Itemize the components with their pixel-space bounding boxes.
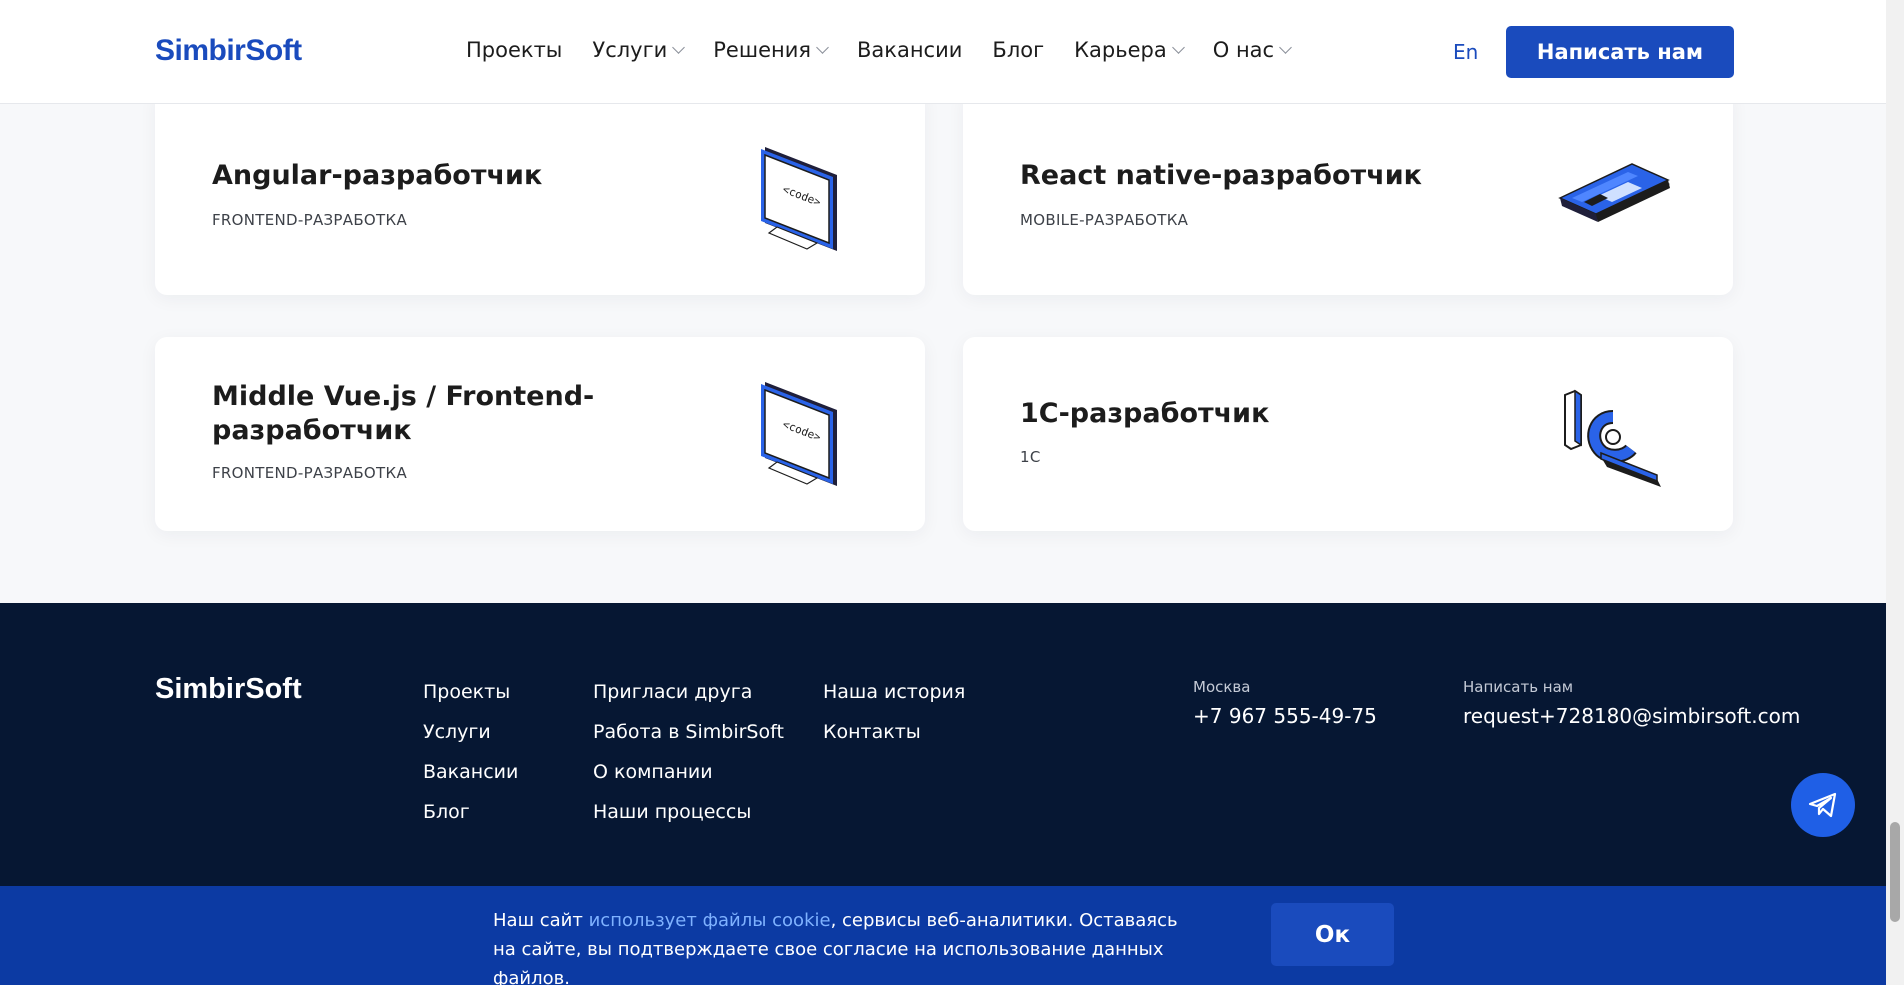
logo[interactable]: SimbirSoft (155, 34, 302, 68)
footer-column: Наша история Контакты (823, 681, 965, 761)
telegram-button[interactable] (1791, 773, 1855, 837)
footer-column: Проекты Услуги Вакансии Блог (423, 681, 518, 841)
vacancy-card[interactable]: Middle Vue.js / Frontend-разработчик FRO… (155, 337, 925, 531)
footer-logo[interactable]: SimbirSoft (155, 673, 302, 706)
vacancy-category: MOBILE-РАЗРАБОТКА (1020, 211, 1189, 229)
footer-link[interactable]: Наши процессы (593, 801, 784, 824)
nav-item-career[interactable]: Карьера (1074, 38, 1185, 62)
footer-link[interactable]: Пригласи друга (593, 681, 784, 704)
chevron-down-icon (672, 41, 686, 54)
nav-item-blog[interactable]: Блог (992, 38, 1044, 62)
vacancy-title: Middle Vue.js / Frontend-разработчик (212, 381, 595, 446)
monitor-code-icon: <code> (755, 145, 845, 259)
chevron-down-icon (1279, 41, 1292, 54)
nav-label: Вакансии (857, 38, 963, 62)
email-link[interactable]: request+728180@simbirsoft.com (1463, 704, 1800, 728)
vacancy-card[interactable]: Angular-разработчик FRONTEND-РАЗРАБОТКА … (155, 90, 925, 295)
footer-link[interactable]: Услуги (423, 721, 518, 744)
footer-link[interactable]: О компании (593, 761, 784, 784)
footer-link[interactable]: Работа в SimbirSoft (593, 721, 784, 744)
language-switch[interactable]: En (1453, 40, 1478, 64)
1c-logo-icon (1561, 387, 1671, 496)
monitor-code-icon: <code> (755, 380, 845, 494)
vacancy-category: 1С (1020, 448, 1041, 466)
nav-item-projects[interactable]: Проекты (466, 38, 562, 62)
nav-item-solutions[interactable]: Решения (713, 38, 829, 62)
nav-item-services[interactable]: Услуги (592, 38, 686, 62)
nav-label: Услуги (592, 38, 668, 62)
smartphone-icon (1558, 162, 1673, 246)
vacancy-title: Angular-разработчик (212, 160, 543, 191)
nav-item-about[interactable]: О нас (1212, 38, 1292, 62)
footer-link[interactable]: Вакансии (423, 761, 518, 784)
footer-link[interactable]: Блог (423, 801, 518, 824)
chevron-down-icon (1171, 41, 1185, 54)
cookie-policy-link[interactable]: использует файлы cookie (589, 910, 831, 931)
footer-link[interactable]: Наша история (823, 681, 965, 704)
cookie-ok-button[interactable]: Ок (1271, 903, 1394, 966)
cookie-text-before: Наш сайт (493, 910, 589, 931)
contact-us-button[interactable]: Написать нам (1506, 26, 1734, 78)
cookie-text: Наш сайт использует файлы cookie, сервис… (493, 906, 1193, 985)
nav-label: О нас (1212, 38, 1275, 62)
email-label: Написать нам (1463, 678, 1574, 696)
scrollbar-thumb[interactable] (1890, 822, 1900, 922)
nav-label: Карьера (1074, 38, 1167, 62)
city-label: Москва (1193, 678, 1251, 696)
footer-link[interactable]: Проекты (423, 681, 518, 704)
footer-column: Пригласи друга Работа в SimbirSoft О ком… (593, 681, 784, 841)
scrollbar[interactable] (1886, 0, 1904, 985)
nav-item-vacancies[interactable]: Вакансии (857, 38, 962, 62)
telegram-icon (1808, 792, 1837, 818)
phone-link[interactable]: +7 967 555-49-75 (1193, 704, 1377, 728)
vacancy-card[interactable]: 1С-разработчик 1С (963, 337, 1733, 531)
vacancy-card[interactable]: React native-разработчик MOBILE-РАЗРАБОТ… (963, 90, 1733, 295)
vacancy-category: FRONTEND-РАЗРАБОТКА (212, 464, 408, 482)
cookie-banner: Наш сайт использует файлы cookie, сервис… (0, 886, 1886, 985)
main-nav: Проекты Услуги Решения Вакансии Блог Кар… (466, 38, 1320, 62)
site-header: SimbirSoft Проекты Услуги Решения Ваканс… (0, 0, 1886, 104)
vacancy-title: React native-разработчик (1020, 160, 1422, 191)
nav-label: Решения (713, 38, 811, 62)
chevron-down-icon (816, 41, 829, 54)
nav-label: Блог (992, 38, 1045, 62)
vacancy-title: 1С-разработчик (1020, 398, 1270, 429)
footer-link[interactable]: Контакты (823, 721, 965, 744)
vacancy-category: FRONTEND-РАЗРАБОТКА (212, 211, 408, 229)
nav-label: Проекты (466, 38, 563, 62)
